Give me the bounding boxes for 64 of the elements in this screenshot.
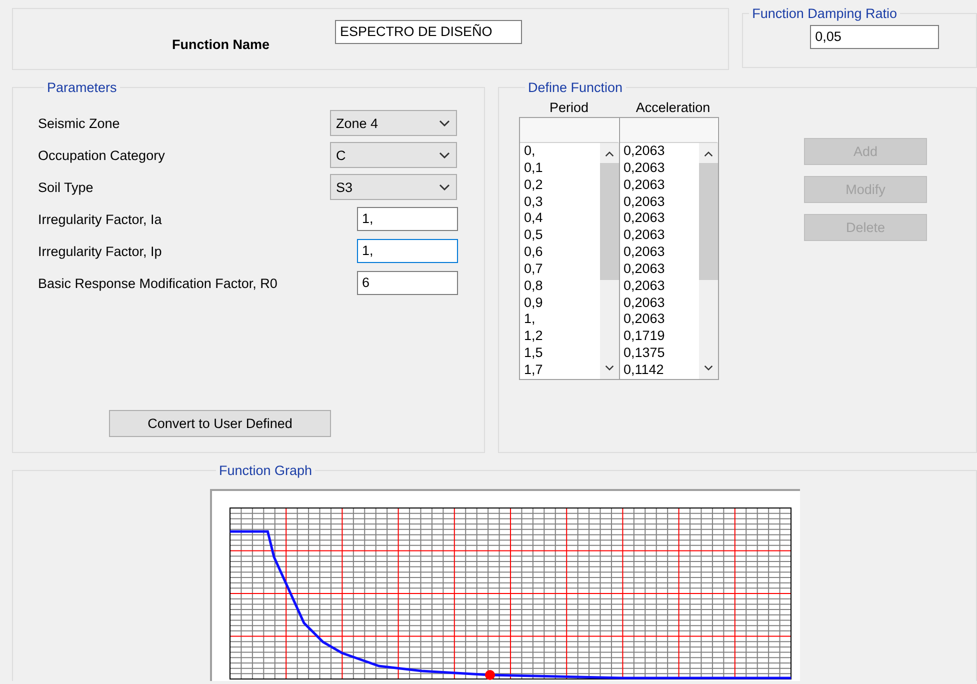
list-item[interactable]: 0,2063 <box>624 227 700 244</box>
function-name-label: Function Name <box>172 36 271 52</box>
chevron-down-icon <box>439 184 450 190</box>
input-field[interactable]: 6 <box>357 271 458 295</box>
list-item[interactable]: 0,2063 <box>624 278 700 295</box>
column-header: Period <box>548 100 590 117</box>
list-item[interactable]: 0,2063 <box>624 311 700 328</box>
input-field[interactable]: 1, <box>357 239 458 263</box>
list-item[interactable]: 0,6 <box>524 244 600 261</box>
list-item[interactable]: 0,1719 <box>624 328 700 346</box>
list-item[interactable]: 0,8 <box>524 278 600 295</box>
list-item[interactable]: 0,2 <box>524 176 600 194</box>
convert-button[interactable]: Convert to User Defined <box>109 410 331 437</box>
dropdown[interactable]: C <box>330 142 457 168</box>
list-item[interactable]: 0,2063 <box>624 160 700 177</box>
chevron-down-icon <box>439 152 450 158</box>
scroll-up-icon <box>704 151 714 157</box>
list-item[interactable]: 0,2063 <box>624 210 700 228</box>
field-label: Seismic Zone <box>38 116 121 130</box>
list-item[interactable]: 0,1375 <box>624 345 700 362</box>
list-item[interactable]: 0,2063 <box>624 294 700 312</box>
scrollbar[interactable] <box>600 143 619 379</box>
scroll-down-icon <box>704 365 714 371</box>
scrollbar[interactable] <box>699 143 718 379</box>
list-item[interactable]: 0,2063 <box>624 143 700 160</box>
list-item[interactable]: 0,9 <box>524 294 600 312</box>
field-label: Irregularity Factor, Ia <box>38 212 163 226</box>
group-title: Function Graph <box>218 464 314 478</box>
damping-ratio-field[interactable]: 0,05 <box>810 25 940 49</box>
list-item[interactable]: 1,5 <box>524 345 600 362</box>
field-label: Basic Response Modification Factor, R0 <box>38 276 278 290</box>
scroll-down-icon <box>604 365 614 371</box>
dropdown[interactable]: S3 <box>330 174 457 200</box>
scrollbar-thumb[interactable] <box>699 163 718 280</box>
scrollbar-thumb[interactable] <box>600 163 619 280</box>
group-title: Define Function <box>527 80 624 95</box>
chevron-down-icon <box>439 120 450 126</box>
list-box[interactable]: 0,2063 0,2063 0,2063 0,2063 0,2063 0,2063 0,2063 0,2063 0,2063 0,2063 0,2063 0,1719 0,1375 0,1142 <box>620 143 718 379</box>
list-item[interactable]: 0,3 <box>524 194 600 210</box>
list-item[interactable]: 0,2063 <box>624 244 700 261</box>
column-header: Acceleration <box>634 100 712 117</box>
input-field[interactable]: 1, <box>357 207 458 231</box>
field-label: Irregularity Factor, Ip <box>38 244 163 258</box>
list-item[interactable]: 0, <box>524 143 600 160</box>
group-title: Parameters <box>46 80 118 95</box>
field-label: Occupation Category <box>38 148 166 162</box>
marker-dot <box>485 670 495 680</box>
list-item[interactable]: 1,2 <box>524 328 600 346</box>
list-item[interactable]: 0,1142 <box>624 362 700 379</box>
list-item[interactable]: 0,7 <box>524 260 600 278</box>
list-item[interactable]: 0,4 <box>524 210 600 228</box>
list-item[interactable]: 0,1 <box>524 160 600 177</box>
list-item[interactable]: 0,2063 <box>624 176 700 194</box>
list-item[interactable]: 1, <box>524 311 600 328</box>
dropdown[interactable]: Zone 4 <box>330 110 457 136</box>
list-item[interactable]: 0,2063 <box>624 194 700 210</box>
function-name-field[interactable]: ESPECTRO DE DISEÑO <box>335 20 522 44</box>
list-item[interactable]: 1,7 <box>524 362 600 379</box>
list-item[interactable]: 0,2063 <box>624 260 700 278</box>
list-item[interactable]: 0,5 <box>524 227 600 244</box>
field-label: Soil Type <box>38 180 94 194</box>
group-title: Function Damping Ratio <box>751 6 898 21</box>
list-box[interactable]: 0, 0,1 0,2 0,3 0,4 0,5 0,6 0,7 0,8 0,9 1, 1,2 1,5 1,7 <box>520 143 619 379</box>
scroll-up-icon <box>604 151 614 157</box>
